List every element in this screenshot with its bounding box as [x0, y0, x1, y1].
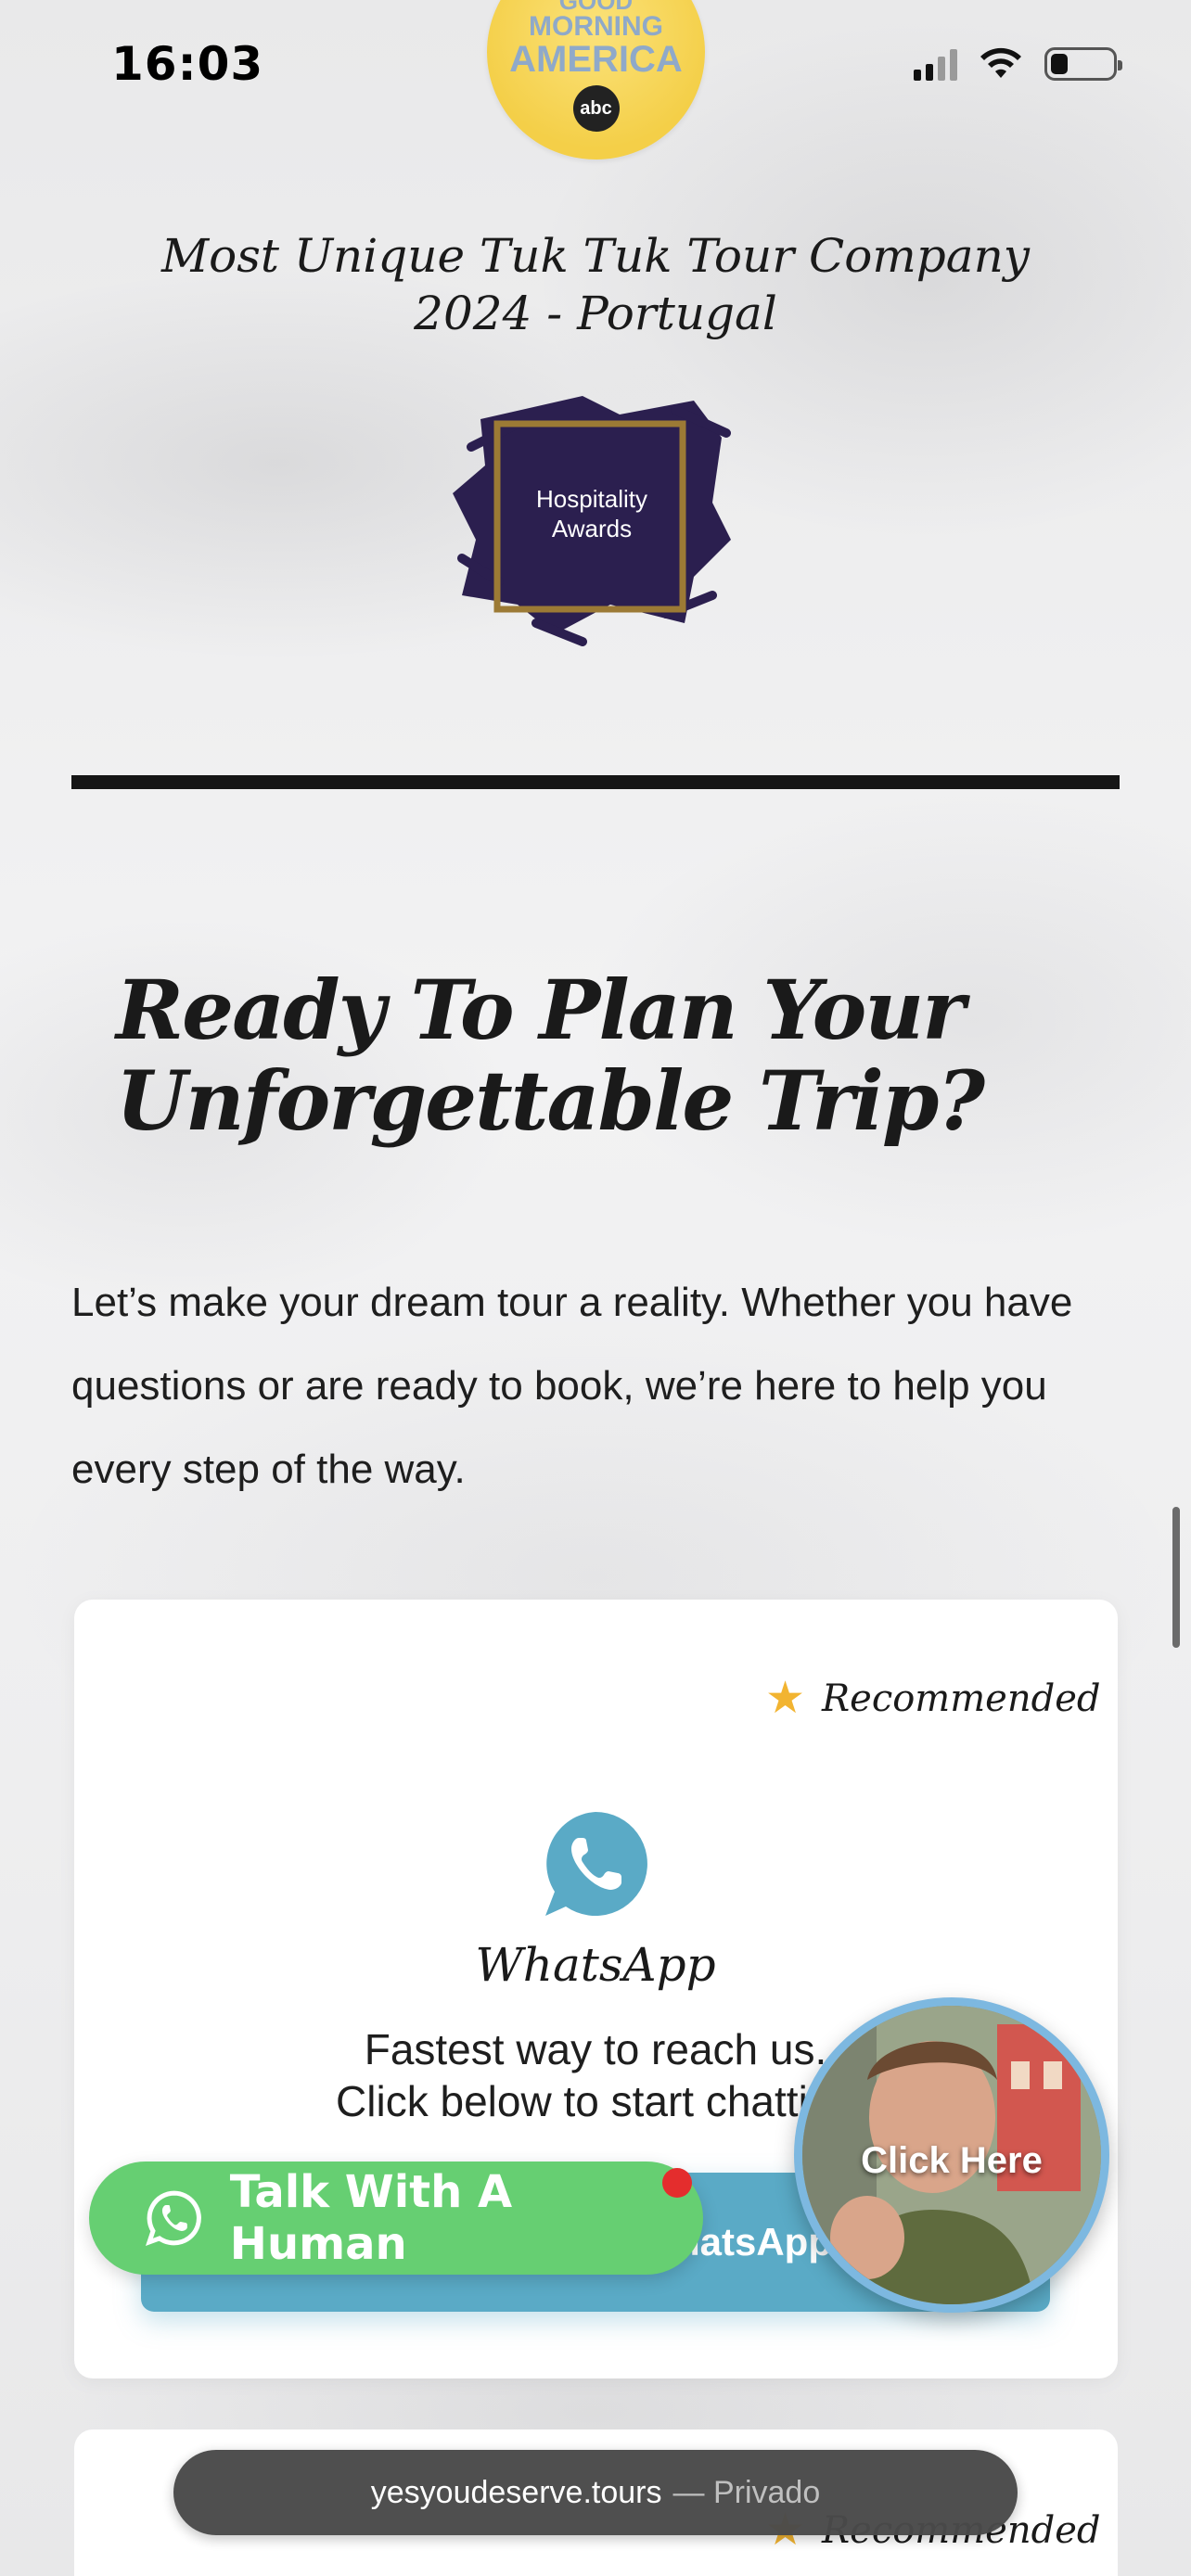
browser-url-bar[interactable]: yesyoudeserve.tours — Privado — [173, 2450, 1018, 2535]
scrollbar[interactable] — [1172, 1507, 1180, 1648]
url-domain: yesyoudeserve.tours — [370, 2474, 662, 2510]
video-chat-bubble[interactable]: Click Here — [794, 1997, 1109, 2313]
award-title-line-2: 2024 - Portugal — [414, 287, 777, 340]
star-icon: ★ — [765, 1674, 806, 1723]
url-private-mode: — Privado — [672, 2474, 821, 2510]
video-click-here-label: Click Here — [861, 2140, 1043, 2181]
award-title: Most Unique Tuk Tuk Tour Company 2024 - … — [0, 227, 1191, 342]
abc-logo: abc — [572, 85, 620, 132]
recommended-label: Recommended — [822, 1677, 1101, 1720]
gma-line-2: MORNING — [529, 11, 663, 42]
whatsapp-title: WhatsApp — [475, 1938, 716, 1992]
section-divider — [71, 775, 1120, 789]
battery-icon — [1044, 47, 1122, 81]
status-icons — [914, 46, 1122, 82]
notification-dot — [662, 2168, 692, 2198]
cta-heading-line-1: Ready To Plan Your — [116, 962, 966, 1058]
status-time: 16:03 — [111, 37, 264, 91]
hospitality-badge-line-1: Hospitality — [536, 485, 647, 513]
gma-line-3: AMERICA — [509, 39, 683, 80]
wifi-icon — [980, 47, 1021, 78]
cta-heading-line-2: Unforgettable Trip? — [116, 1052, 985, 1149]
award-title-line-1: Most Unique Tuk Tuk Tour Company — [160, 229, 1031, 283]
recommended-badge: ★ Recommended — [765, 1677, 1100, 1721]
cta-heading: Ready To Plan Your Unforgettable Trip? — [116, 962, 985, 1149]
hospitality-badge-line-2: Awards — [551, 515, 633, 542]
hospitality-badge-text: Hospitality Awards — [443, 484, 740, 543]
cellular-signal-icon — [914, 47, 957, 81]
whatsapp-icon — [545, 1812, 647, 1916]
talk-with-human-button[interactable]: Talk With A Human — [89, 2162, 703, 2275]
hospitality-awards-badge: Hospitality Awards — [443, 382, 740, 646]
whatsapp-outline-icon — [145, 2190, 201, 2247]
cta-body-text: Let’s make your dream tour a reality. Wh… — [71, 1280, 1073, 1492]
talk-with-human-label: Talk With A Human — [229, 2166, 513, 2270]
